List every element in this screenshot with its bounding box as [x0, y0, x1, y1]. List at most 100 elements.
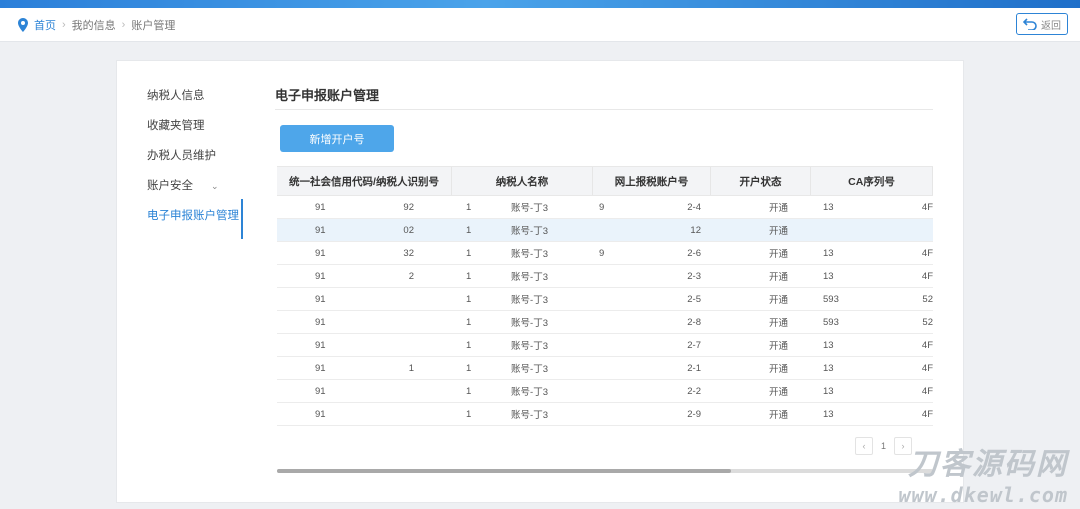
breadcrumb-separator: ›: [121, 19, 126, 31]
cell-ca-serial: 13 4F: [811, 265, 933, 287]
cell-account-no: 12: [593, 219, 711, 241]
breadcrumb-my-info[interactable]: 我的信息: [72, 17, 116, 33]
table-row[interactable]: 91 1 账号-丁3 2-5 开通 593 52: [277, 288, 933, 311]
cell-taxpayer-name-part: 1: [466, 339, 472, 351]
cell-taxpayer-name: 1 账号-丁3: [452, 403, 593, 425]
top-banner: [0, 0, 1080, 8]
cell-credit-code-part: 02: [403, 224, 414, 236]
cell-ca-serial-part: 4F: [921, 201, 933, 213]
cell-taxpayer-name: 1 账号-丁3: [452, 311, 593, 333]
table-body: 91 92 1 账号-丁3 9 2-4 开通 13 4F 91 02 1 账号-丁3 12 开通 91 32 1 账…: [277, 196, 933, 426]
table-row[interactable]: 91 1 账号-丁3 2-7 开通 13 4F: [277, 334, 933, 357]
watermark: 刀客源码网 www.dkewl.com: [898, 439, 1068, 507]
cell-account-no-part: 2-5: [687, 293, 701, 305]
breadcrumb-bar: 首页 › 我的信息 › 账户管理 返回: [0, 8, 1080, 42]
column-header-status[interactable]: 开户状态: [711, 167, 811, 195]
cell-account-no-part: 2-7: [687, 339, 701, 351]
cell-account-no-part: 9: [599, 247, 605, 259]
cell-account-no: 2-8: [593, 311, 711, 333]
sidebar-item-e-filing-accounts[interactable]: 电子申报账户管理: [147, 201, 247, 231]
cell-credit-code: 91: [277, 334, 452, 356]
cell-taxpayer-name-part: 账号-丁3: [511, 203, 548, 214]
cell-status: 开通: [711, 334, 811, 356]
cell-ca-serial-part: 13: [823, 247, 834, 259]
sidebar-item-label: 纳税人信息: [147, 90, 205, 102]
column-header-credit-code[interactable]: 统一社会信用代码/纳税人识别号: [277, 167, 452, 195]
sidebar-item-tax-staff[interactable]: 办税人员维护: [147, 141, 247, 171]
cell-status: 开通: [711, 196, 811, 218]
cell-account-no-part: 2-4: [687, 201, 701, 213]
table-row[interactable]: 91 02 1 账号-丁3 12 开通: [277, 219, 933, 242]
cell-ca-serial: 593 52: [811, 288, 933, 310]
cell-ca-serial: 593 52: [811, 311, 933, 333]
cell-ca-serial-part: 4F: [921, 270, 933, 282]
cell-credit-code-part: 91: [315, 247, 326, 259]
column-header-ca-serial[interactable]: CA序列号: [811, 167, 933, 195]
sidebar-item-label: 账户安全: [147, 180, 193, 192]
cell-account-no: 2-9: [593, 403, 711, 425]
cell-ca-serial-part: 13: [823, 362, 834, 374]
breadcrumb-home[interactable]: 首页: [34, 17, 56, 33]
cell-status: 开通: [711, 242, 811, 264]
cell-status-part: 开通: [769, 226, 789, 237]
cell-taxpayer-name: 1 账号-丁3: [452, 219, 593, 241]
cell-credit-code: 91 1: [277, 357, 452, 379]
cell-credit-code: 91: [277, 380, 452, 402]
table-row[interactable]: 91 32 1 账号-丁3 9 2-6 开通 13 4F: [277, 242, 933, 265]
cell-credit-code: 91: [277, 288, 452, 310]
cell-taxpayer-name-part: 1: [466, 247, 472, 259]
cell-taxpayer-name-part: 账号-丁3: [511, 318, 548, 329]
add-account-button[interactable]: 新增开户号: [280, 125, 394, 152]
cell-taxpayer-name: 1 账号-丁3: [452, 288, 593, 310]
cell-ca-serial-part: 4F: [921, 362, 933, 374]
cell-ca-serial-part: 4F: [921, 339, 933, 351]
cell-ca-serial: 13 4F: [811, 242, 933, 264]
watermark-title: 刀客源码网: [908, 448, 1068, 481]
cell-credit-code-part: 1: [408, 362, 414, 374]
cell-account-no-part: 2-1: [687, 362, 701, 374]
table-row[interactable]: 91 2 1 账号-丁3 2-3 开通 13 4F: [277, 265, 933, 288]
cell-status: 开通: [711, 380, 811, 402]
cell-taxpayer-name-part: 账号-丁3: [511, 272, 548, 283]
scrollbar-thumb[interactable]: [277, 469, 731, 473]
table-row[interactable]: 91 92 1 账号-丁3 9 2-4 开通 13 4F: [277, 196, 933, 219]
cell-taxpayer-name-part: 1: [466, 201, 472, 213]
cell-credit-code-part: 91: [315, 408, 326, 420]
table-row[interactable]: 91 1 账号-丁3 2-2 开通 13 4F: [277, 380, 933, 403]
cell-credit-code: 91 02: [277, 219, 452, 241]
cell-taxpayer-name-part: 账号-丁3: [511, 364, 548, 375]
table-row[interactable]: 91 1 账号-丁3 2-8 开通 593 52: [277, 311, 933, 334]
current-page: 1: [881, 441, 887, 451]
cell-credit-code-part: 91: [315, 224, 326, 236]
sidebar-item-taxpayer-info[interactable]: 纳税人信息: [147, 81, 247, 111]
sidebar-item-label: 收藏夹管理: [147, 120, 205, 132]
cell-taxpayer-name-part: 1: [466, 270, 472, 282]
cell-taxpayer-name: 1 账号-丁3: [452, 357, 593, 379]
horizontal-scrollbar[interactable]: [277, 469, 933, 473]
back-button[interactable]: 返回: [1016, 13, 1068, 35]
cell-ca-serial-part: 52: [922, 293, 933, 305]
cell-status-part: 开通: [769, 203, 789, 214]
cell-taxpayer-name-part: 账号-丁3: [511, 249, 548, 260]
cell-account-no: 2-3: [593, 265, 711, 287]
table-row[interactable]: 91 1 账号-丁3 2-9 开通 13 4F: [277, 403, 933, 426]
sidebar-item-favorites[interactable]: 收藏夹管理: [147, 111, 247, 141]
sidebar-item-account-security[interactable]: 账户安全 ⌄: [147, 171, 247, 201]
cell-account-no: 2-1: [593, 357, 711, 379]
cell-account-no-part: 12: [690, 224, 701, 236]
cell-ca-serial-part: 4F: [921, 385, 933, 397]
column-header-taxpayer-name[interactable]: 纳税人名称: [452, 167, 593, 195]
cell-taxpayer-name-part: 1: [466, 362, 472, 374]
return-arrow-icon: [1023, 18, 1037, 30]
prev-page-button[interactable]: ‹: [855, 437, 873, 455]
cell-status-part: 开通: [769, 249, 789, 260]
table-row[interactable]: 91 1 1 账号-丁3 2-1 开通 13 4F: [277, 357, 933, 380]
column-header-account-no[interactable]: 网上报税账户号: [593, 167, 711, 195]
side-nav: 纳税人信息 收藏夹管理 办税人员维护 账户安全 ⌄ 电子申报账户管理: [147, 81, 247, 231]
cell-ca-serial: 13 4F: [811, 196, 933, 218]
cell-account-no: 9 2-6: [593, 242, 711, 264]
cell-ca-serial: 13 4F: [811, 334, 933, 356]
cell-ca-serial: 13 4F: [811, 357, 933, 379]
cell-credit-code-part: 91: [315, 362, 326, 374]
cell-ca-serial-part: 13: [823, 385, 834, 397]
